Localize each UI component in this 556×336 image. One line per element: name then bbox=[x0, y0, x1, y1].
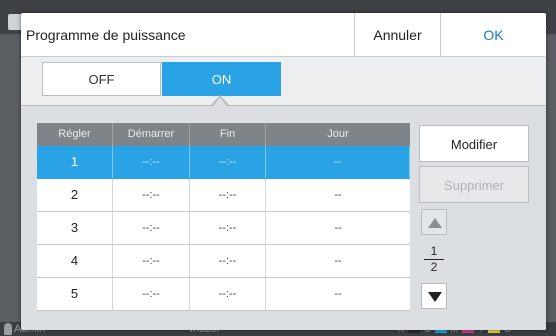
cell-regler: 1 bbox=[37, 146, 113, 178]
modify-button[interactable]: Modifier bbox=[419, 125, 529, 162]
cell-day: -- bbox=[334, 288, 342, 300]
cell-end: --:-- bbox=[190, 179, 266, 211]
dialog-header: Programme de puissance Annuler OK bbox=[21, 13, 546, 57]
cancel-button[interactable]: Annuler bbox=[354, 13, 440, 57]
toggle-on-button[interactable]: ON bbox=[162, 62, 281, 96]
cell-day: -- bbox=[266, 146, 410, 178]
toggle-pointer-fill bbox=[213, 97, 227, 106]
table-row[interactable]: 2 --:-- --:-- -- bbox=[37, 179, 410, 212]
page-current: 1 bbox=[430, 244, 438, 258]
dialog-title: Programme de puissance bbox=[26, 27, 186, 43]
power-schedule-dialog: Programme de puissance Annuler OK OFF ON… bbox=[21, 13, 546, 330]
toggle-off-button[interactable]: OFF bbox=[42, 62, 161, 96]
cell-end: --:-- bbox=[190, 278, 266, 310]
table-row[interactable]: 5 --:-- --:-- -- bbox=[37, 278, 410, 311]
delete-button[interactable]: Supprimer bbox=[419, 166, 529, 203]
ok-button[interactable]: OK bbox=[440, 13, 546, 57]
cell-day: -- bbox=[334, 255, 342, 267]
col-header-start: Démarrer bbox=[113, 123, 190, 146]
table-row[interactable]: 1 --:-- --:-- -- bbox=[37, 146, 410, 179]
cell-regler: 2 bbox=[37, 179, 113, 211]
triangle-up-icon bbox=[428, 218, 442, 228]
col-header-day: Jour bbox=[327, 128, 349, 140]
table-header: Régler Démarrer Fin Jour bbox=[37, 123, 410, 146]
page-total: 2 bbox=[430, 260, 438, 274]
col-header-end: Fin bbox=[190, 123, 266, 146]
page-up-button[interactable] bbox=[421, 209, 447, 235]
table-row[interactable]: 4 --:-- --:-- -- bbox=[37, 245, 410, 278]
cell-day: -- bbox=[334, 222, 342, 234]
schedule-table: Régler Démarrer Fin Jour 1 --:-- --:-- -… bbox=[37, 123, 410, 311]
cell-end: --:-- bbox=[190, 146, 266, 178]
col-header-regler: Régler bbox=[37, 123, 113, 146]
table-row[interactable]: 3 --:-- --:-- -- bbox=[37, 212, 410, 245]
cell-regler: 5 bbox=[37, 278, 113, 310]
triangle-down-icon bbox=[428, 292, 442, 302]
page-down-button[interactable] bbox=[421, 283, 447, 309]
cell-regler: 3 bbox=[37, 212, 113, 244]
cell-start: --:-- bbox=[113, 212, 190, 244]
cell-start: --:-- bbox=[113, 146, 190, 178]
cell-end: --:-- bbox=[190, 212, 266, 244]
cell-start: --:-- bbox=[113, 278, 190, 310]
cell-regler: 4 bbox=[37, 245, 113, 277]
cell-start: --:-- bbox=[113, 245, 190, 277]
power-toggle: OFF ON bbox=[21, 58, 546, 108]
cell-end: --:-- bbox=[190, 245, 266, 277]
cell-day: -- bbox=[334, 189, 342, 201]
user-icon bbox=[4, 323, 12, 335]
panel-divider-mark bbox=[318, 105, 320, 106]
cell-start: --:-- bbox=[113, 179, 190, 211]
